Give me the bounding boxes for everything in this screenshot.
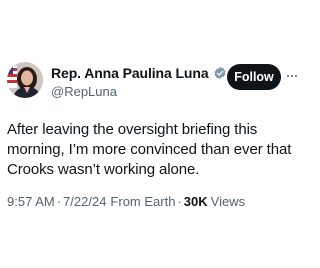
more-dot [295, 75, 297, 77]
display-name-row: Rep. Anna Paulina Luna [51, 64, 226, 82]
meta-separator: · [177, 194, 182, 209]
tweet-header: Rep. Anna Paulina Luna @RepLuna Follow [7, 62, 297, 106]
meta-separator: · [56, 194, 62, 209]
tweet-text-line: Crooks wasn’t working alone. [7, 161, 200, 178]
more-options-icon[interactable] [285, 68, 299, 84]
author-handle[interactable]: @RepLuna [51, 84, 221, 99]
tweet-text: After leaving the oversight briefing thi… [7, 120, 293, 180]
display-name[interactable]: Rep. Anna Paulina Luna [51, 65, 209, 81]
avatar[interactable] [7, 62, 43, 98]
avatar-image [7, 62, 43, 98]
views-label: Views [210, 194, 246, 209]
tweet-text-line: After leaving the oversight briefing thi… [7, 121, 258, 138]
tweet-date[interactable]: 7/22/24 [63, 194, 106, 209]
tweet-card: Rep. Anna Paulina Luna @RepLuna Follow A… [0, 0, 300, 268]
follow-button[interactable]: Follow [227, 64, 281, 90]
more-dot [291, 75, 293, 77]
views-count[interactable]: 30K [184, 194, 208, 209]
government-verified-badge-icon [213, 66, 227, 80]
tweet-text-line: morning, I’m more convinced than ever th… [7, 141, 292, 158]
more-dot [287, 75, 289, 77]
author-block: Rep. Anna Paulina Luna @RepLuna [51, 64, 226, 99]
tweet-source: From Earth [110, 194, 176, 209]
tweet-meta: 9:57 AM · 7/22/24 From Earth · 30K Views [7, 194, 293, 209]
tweet-time[interactable]: 9:57 AM [7, 194, 55, 209]
